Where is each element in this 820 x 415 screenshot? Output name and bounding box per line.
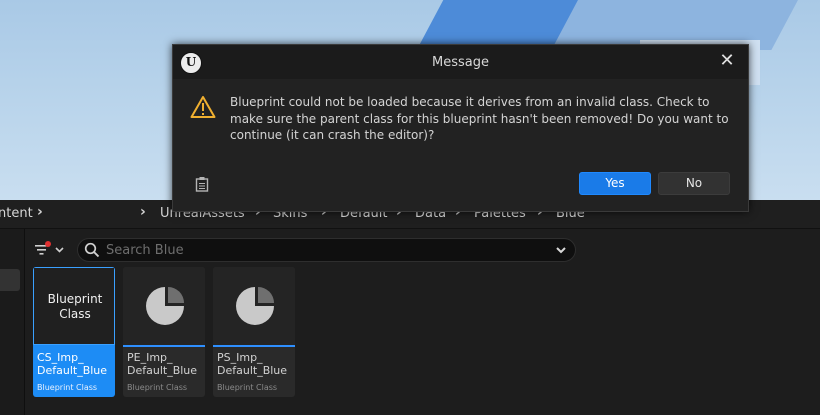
content-browser: ntent › › UnrealAssets › Skins › Default… [0, 200, 820, 415]
filter-icon [35, 241, 64, 255]
dialog-message: Blueprint could not be loaded because it… [230, 95, 729, 142]
asset-name: PE_Imp_ Default_Blue [127, 351, 198, 377]
asset-name: CS_Imp_ Default_Blue [37, 351, 108, 377]
asset-type: Blueprint Class [217, 383, 278, 392]
message-dialog: U Message ✕ Blueprint could not be loade… [172, 44, 749, 212]
search-input[interactable] [104, 241, 538, 259]
asset-type-bar [123, 345, 205, 347]
chevron-right-icon[interactable]: › [140, 204, 146, 220]
breadcrumb-content[interactable]: ntent [0, 206, 33, 221]
thumbnail-label: Blueprint Class [47, 292, 103, 321]
close-icon[interactable]: ✕ [716, 50, 738, 72]
asset-thumbnail [213, 267, 295, 345]
chevron-down-icon[interactable] [555, 244, 567, 256]
dialog-title: Message [432, 55, 489, 70]
sources-panel-item[interactable] [0, 269, 20, 291]
asset-thumbnail [123, 267, 205, 345]
asset-view: Blueprint Class CS_Imp_ Default_Blue Blu… [25, 229, 820, 415]
asset-tile[interactable]: Blueprint Class CS_Imp_ Default_Blue Blu… [33, 267, 115, 397]
sources-panel [0, 229, 25, 415]
warning-icon [190, 96, 216, 118]
asset-tile[interactable]: PS_Imp_ Default_Blue Blueprint Class [213, 267, 295, 397]
dialog-title-bar[interactable]: U Message ✕ [173, 45, 748, 79]
chevron-right-icon[interactable]: › [37, 204, 43, 220]
search-box[interactable] [77, 238, 576, 262]
asset-type: Blueprint Class [37, 383, 98, 392]
asset-type: Blueprint Class [127, 383, 188, 392]
pie-thumbnail-icon [236, 287, 274, 325]
asset-name: PS_Imp_ Default_Blue [217, 351, 288, 377]
yes-button[interactable]: Yes [579, 172, 651, 195]
pie-thumbnail-icon [146, 287, 184, 325]
search-icon [84, 242, 100, 258]
filter-button[interactable] [33, 239, 67, 259]
clipboard-icon[interactable] [195, 176, 209, 192]
asset-tile[interactable]: PE_Imp_ Default_Blue Blueprint Class [123, 267, 205, 397]
asset-thumbnail: Blueprint Class [33, 267, 115, 345]
asset-type-bar [213, 345, 295, 347]
no-button[interactable]: No [658, 172, 730, 195]
